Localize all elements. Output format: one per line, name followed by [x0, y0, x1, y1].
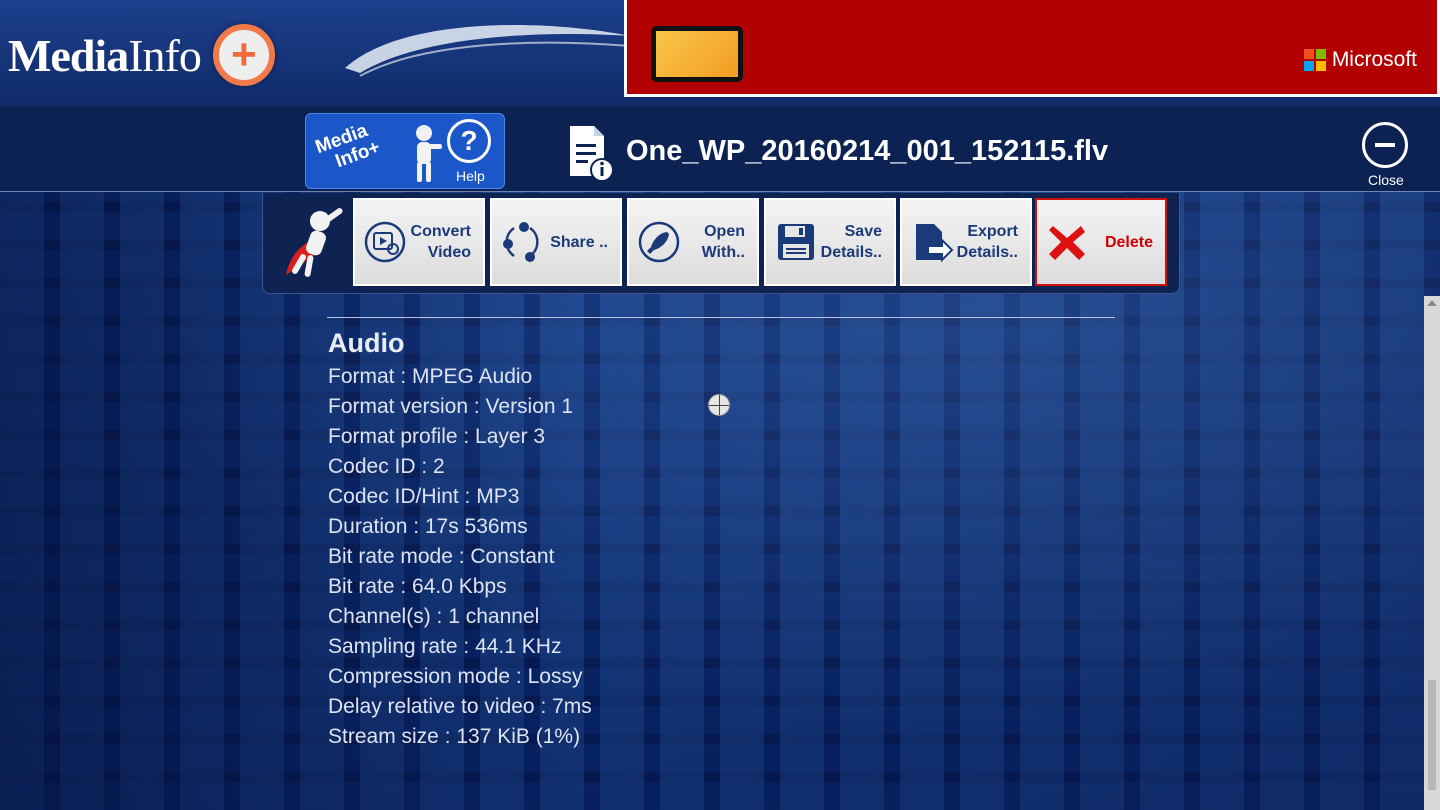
microsoft-label: Microsoft — [1331, 48, 1417, 71]
delete-icon — [1049, 226, 1085, 260]
detail-line: Codec ID : 2 — [328, 455, 445, 478]
convert-video-icon — [364, 221, 406, 263]
share-label: Share .. — [550, 233, 608, 251]
convert-video-label: Convert Video — [410, 223, 471, 261]
delete-label: Delete — [1104, 233, 1153, 251]
audio-details-list: Format : MPEG Audio Format version : Ver… — [328, 362, 592, 752]
export-details-label: Export Details.. — [956, 223, 1018, 261]
share-button[interactable]: Share .. — [490, 198, 622, 286]
save-details-button[interactable]: Save Details.. — [764, 198, 896, 286]
detail-line: Format version : Version 1 — [328, 395, 574, 418]
close-label: Close — [1368, 172, 1404, 188]
help-logo-text: Media Info+ — [312, 120, 383, 173]
export-details-button[interactable]: Export Details.. — [900, 198, 1032, 286]
share-icon — [503, 222, 539, 262]
delete-button[interactable]: Delete — [1035, 198, 1167, 286]
crosshair-cursor-icon — [708, 394, 730, 416]
file-info-icon — [570, 126, 614, 182]
tablet-icon — [651, 26, 743, 82]
rocket-icon — [638, 221, 680, 263]
detail-line: Bit rate mode : Constant — [328, 545, 555, 568]
advertisement-banner[interactable]: Microsoft — [624, 0, 1440, 97]
scrollbar-thumb[interactable] — [1428, 680, 1436, 790]
microsoft-brand: Microsoft — [1303, 48, 1417, 72]
section-title: Audio — [328, 328, 405, 358]
save-icon — [778, 224, 814, 260]
superhero-figure-icon — [286, 208, 343, 277]
detail-line: Format profile : Layer 3 — [328, 425, 546, 448]
open-with-label: Open With.. — [701, 223, 745, 261]
open-with-button[interactable]: Open With.. — [627, 198, 759, 286]
detail-line: Codec ID/Hint : MP3 — [328, 485, 520, 508]
detail-line: Bit rate : 64.0 Kbps — [328, 575, 507, 598]
detail-line: Stream size : 137 KiB (1%) — [328, 725, 581, 748]
microsoft-logo-icon — [1303, 49, 1326, 71]
save-details-label: Save Details.. — [820, 223, 882, 261]
help-label: Help — [456, 168, 485, 184]
scroll-up-arrow-icon[interactable] — [1427, 300, 1437, 306]
logo-text: MediaInfo — [8, 29, 202, 81]
close-button[interactable] — [1362, 122, 1408, 168]
logo-plus-icon: + — [212, 24, 275, 86]
detail-line: Delay relative to video : 7ms — [328, 695, 592, 718]
detail-line: Sampling rate : 44.1 KHz — [328, 635, 562, 658]
app-logo: MediaInfo + — [8, 22, 275, 88]
detail-line: Duration : 17s 536ms — [328, 515, 528, 538]
media-info-app: MediaInfo + Microsoft Media Info+ ? Help… — [0, 0, 1440, 810]
detail-line: Format : MPEG Audio — [328, 365, 533, 388]
help-button[interactable]: Media Info+ ? Help — [305, 113, 505, 189]
export-icon — [916, 224, 954, 263]
detail-line: Compression mode : Lossy — [328, 665, 583, 688]
convert-video-button[interactable]: Convert Video — [353, 198, 485, 286]
question-icon: ? — [447, 119, 491, 163]
file-name-title: One_WP_20160214_001_152115.flv — [626, 135, 1109, 167]
detail-line: Channel(s) : 1 channel — [328, 605, 540, 628]
presenter-figure-icon — [416, 125, 442, 182]
swoosh-graphic — [345, 25, 630, 77]
section-divider — [327, 317, 1115, 318]
